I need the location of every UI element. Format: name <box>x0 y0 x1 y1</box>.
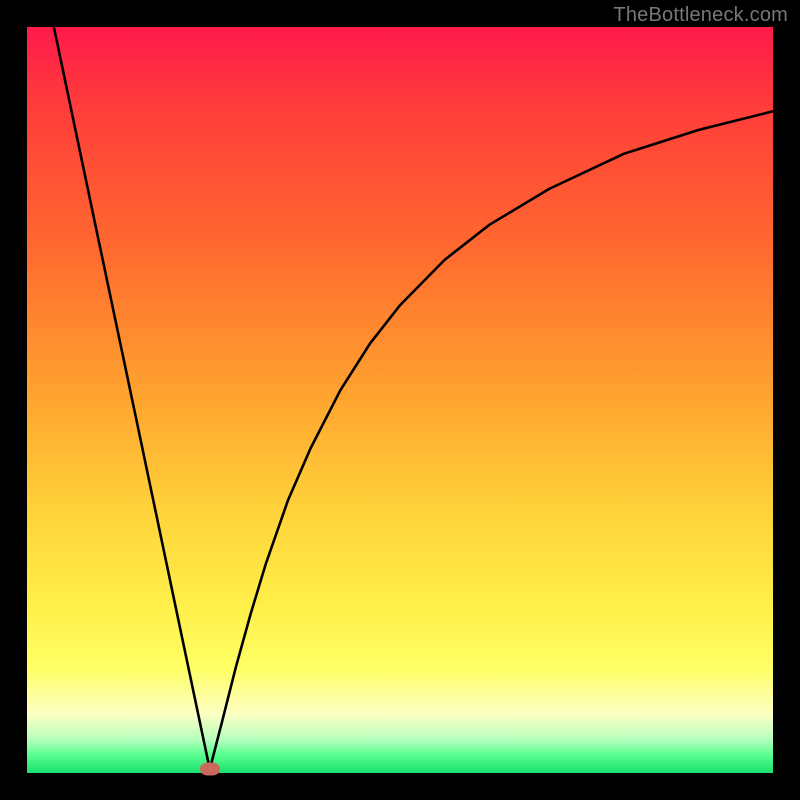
chart-frame: TheBottleneck.com <box>0 0 800 800</box>
curve-path <box>54 27 773 769</box>
plot-area <box>27 27 773 773</box>
minimum-marker <box>200 763 220 776</box>
watermark-text: TheBottleneck.com <box>613 4 788 27</box>
bottleneck-curve <box>27 27 773 773</box>
